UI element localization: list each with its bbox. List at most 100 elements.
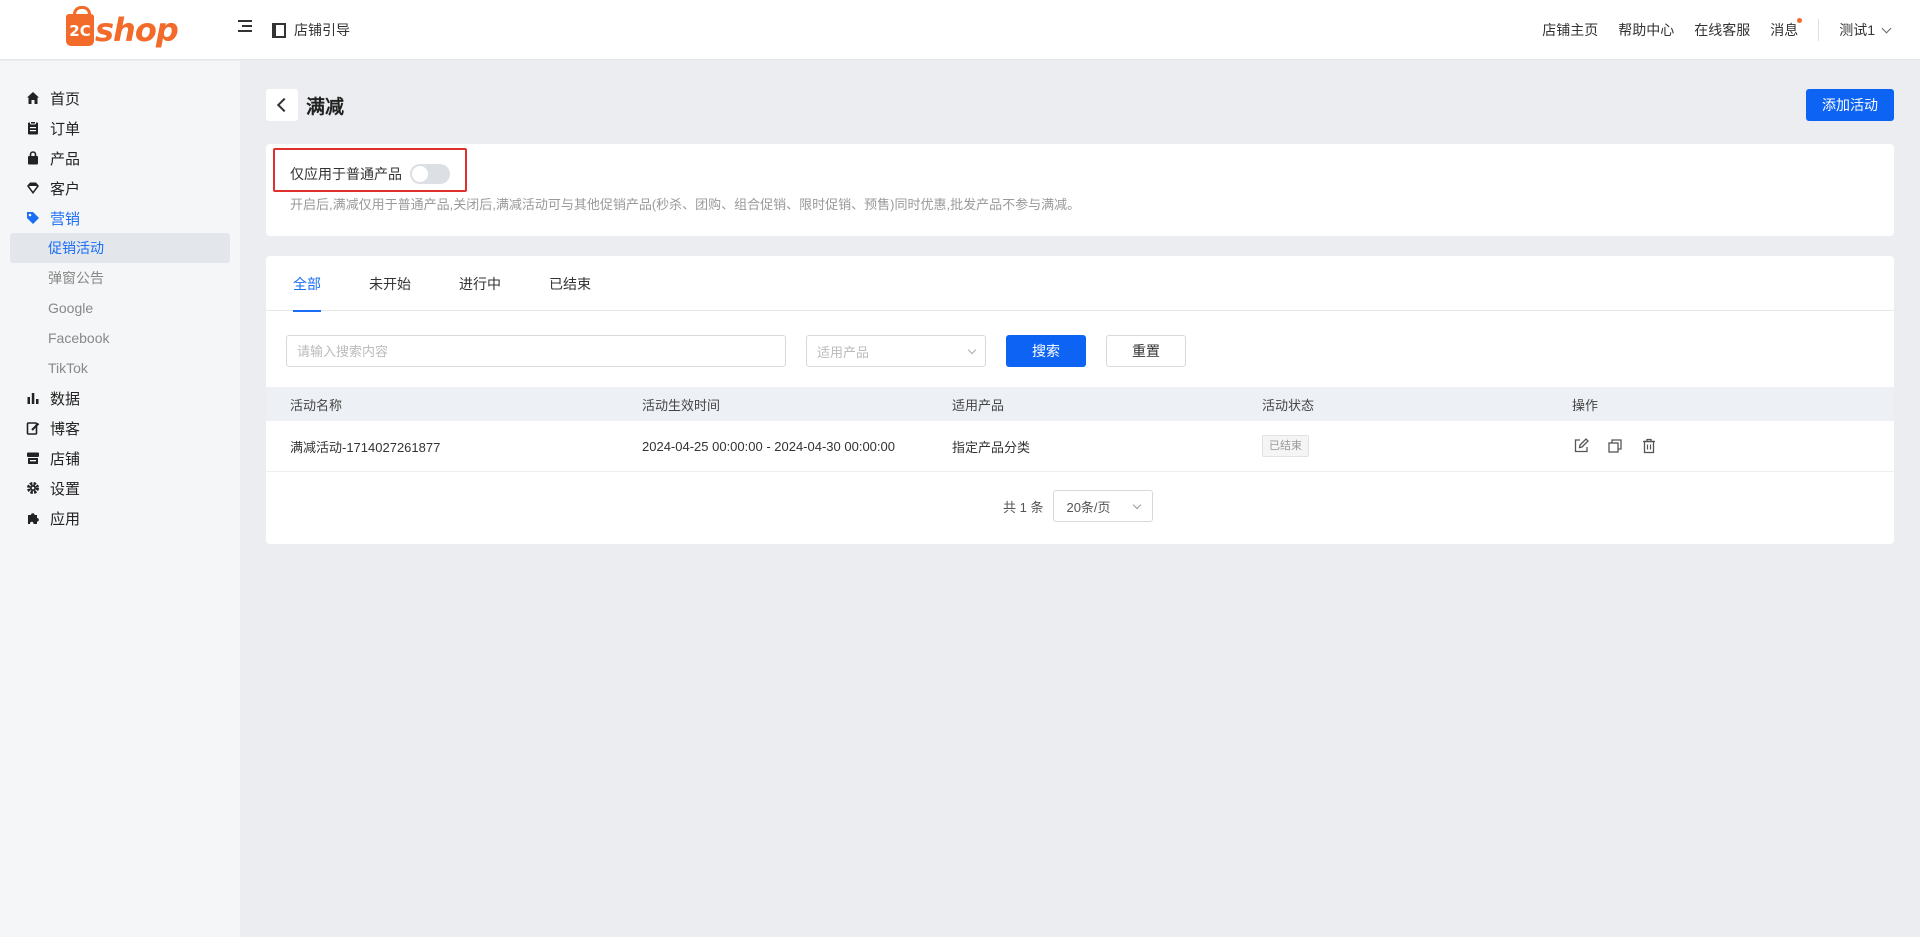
store-icon [26, 451, 40, 465]
tab-not-started[interactable]: 未开始 [369, 256, 411, 311]
sidebar-sub-facebook[interactable]: Facebook [10, 323, 230, 353]
switch-label: 仅应用于普通产品 [290, 166, 402, 182]
header-right: 店铺主页 帮助中心 在线客服 消息 测试1 [1522, 0, 1892, 60]
sidebar-item-orders[interactable]: 订单 [0, 113, 240, 143]
sidebar-item-apps[interactable]: 应用 [0, 503, 240, 533]
tab-all[interactable]: 全部 [293, 256, 321, 312]
reset-button[interactable]: 重置 [1106, 335, 1186, 367]
logo-text: shop [95, 11, 179, 49]
sidebar-item-label: 营销 [50, 210, 81, 228]
toggle-knob [412, 166, 428, 182]
messages-label: 消息 [1770, 22, 1799, 38]
edit-icon[interactable] [1572, 437, 1590, 455]
status-badge: 已结束 [1262, 435, 1309, 457]
sidebar-item-store[interactable]: 店铺 [0, 443, 240, 473]
help-center-link[interactable]: 帮助中心 [1618, 20, 1674, 40]
logo-bag-icon: 2C [66, 6, 94, 46]
sidebar-item-label: 数据 [50, 390, 81, 408]
search-button[interactable]: 搜索 [1006, 335, 1086, 367]
product-bag-icon [26, 151, 40, 165]
messages-link[interactable]: 消息 [1770, 18, 1803, 40]
sidebar-item-home[interactable]: 首页 [0, 83, 240, 113]
activity-time: 2024-04-25 00:00:00 - 2024-04-30 00:00:0… [642, 438, 895, 454]
col-status-header: 活动状态 [1262, 397, 1315, 413]
notification-dot [1797, 18, 1803, 23]
col-product-header: 适用产品 [952, 397, 1005, 413]
filter-bar: 适用产品 搜索 重置 [286, 335, 1186, 367]
page-title: 满减 [306, 96, 345, 118]
sidebar-sub-popup[interactable]: 弹窗公告 [10, 263, 230, 293]
sidebar-sub-tiktok[interactable]: TikTok [10, 353, 230, 383]
sidebar-sub-promotions[interactable]: 促销活动 [10, 233, 230, 263]
activity-product: 指定产品分类 [952, 439, 1031, 455]
menu-toggle-icon[interactable] [238, 20, 254, 36]
tab-ended[interactable]: 已结束 [549, 256, 591, 311]
online-service-link[interactable]: 在线客服 [1694, 20, 1750, 40]
activity-name: 满减活动-1714027261877 [290, 439, 441, 455]
sidebar-item-label: 客户 [50, 180, 81, 198]
logo[interactable]: 2C shop [66, 6, 179, 52]
home-icon [26, 91, 40, 105]
sidebar-item-blog[interactable]: 博客 [0, 413, 240, 443]
activity-status-cell: 已结束 [1262, 435, 1572, 457]
activity-actions [1572, 437, 1894, 455]
search-input[interactable] [286, 335, 786, 367]
sidebar: 首页 订单 产品 客户 营销 促销活动 弹窗公告 Google Facebook… [0, 61, 240, 937]
activity-table: 活动名称 活动生效时间 适用产品 活动状态 操作 满减活动-1714027261… [266, 387, 1894, 472]
book-icon [272, 22, 286, 38]
store-home-link[interactable]: 店铺主页 [1542, 20, 1598, 40]
tab-in-progress[interactable]: 进行中 [459, 256, 501, 311]
sidebar-item-data[interactable]: 数据 [0, 383, 240, 413]
bar-chart-icon [26, 391, 40, 405]
switch-row: 仅应用于普通产品 [290, 164, 450, 184]
col-time-header: 活动生效时间 [642, 397, 721, 413]
sidebar-item-label: 产品 [50, 150, 81, 168]
sidebar-item-label: 首页 [50, 90, 81, 108]
copy-icon[interactable] [1606, 437, 1624, 455]
status-tabs: 全部 未开始 进行中 已结束 [266, 256, 1894, 312]
header-divider [1818, 19, 1820, 41]
total-count: 共 1 条 [1003, 499, 1044, 515]
sidebar-item-label: 应用 [50, 510, 81, 528]
edit-icon [26, 421, 40, 435]
sidebar-item-customers[interactable]: 客户 [0, 173, 240, 203]
order-icon [26, 121, 40, 135]
activity-list-card: 全部 未开始 进行中 已结束 适用产品 搜索 重置 活动名称 活动生效时间 适用… [266, 256, 1894, 544]
puzzle-icon [26, 511, 40, 525]
user-menu[interactable]: 测试1 [1839, 20, 1892, 40]
add-activity-button[interactable]: 添加活动 [1806, 89, 1894, 121]
store-guide-label: 店铺引导 [294, 22, 350, 38]
table-header: 活动名称 活动生效时间 适用产品 活动状态 操作 [266, 387, 1894, 421]
sidebar-item-label: 店铺 [50, 450, 81, 468]
sidebar-item-label: 订单 [50, 120, 81, 138]
product-select-placeholder: 适用产品 [817, 344, 870, 360]
page-size-select[interactable]: 20条/页 [1053, 490, 1154, 522]
back-button[interactable] [266, 89, 298, 121]
sidebar-item-label: 博客 [50, 420, 81, 438]
chevron-down-icon [1881, 23, 1892, 33]
gear-icon [26, 481, 40, 495]
tag-icon [26, 211, 40, 225]
page-size-value: 20条/页 [1066, 499, 1111, 515]
sidebar-item-settings[interactable]: 设置 [0, 473, 240, 503]
sidebar-item-products[interactable]: 产品 [0, 143, 240, 173]
setting-description: 开启后,满减仅用于普通产品,关闭后,满减活动可与其他促销产品(秒杀、团购、组合促… [290, 197, 1081, 212]
setting-card: 仅应用于普通产品 开启后,满减仅用于普通产品,关闭后,满减活动可与其他促销产品(… [266, 144, 1894, 236]
delete-icon[interactable] [1640, 437, 1658, 455]
chevron-down-icon [1133, 500, 1142, 509]
top-header: 2C shop 店铺引导 店铺主页 帮助中心 在线客服 消息 测试1 [0, 0, 1920, 60]
table-row: 满减活动-1714027261877 2024-04-25 00:00:00 -… [266, 421, 1894, 472]
product-select[interactable]: 适用产品 [806, 335, 986, 367]
user-name: 测试1 [1839, 22, 1875, 38]
sidebar-item-marketing[interactable]: 营销 [0, 203, 240, 233]
col-actions-header: 操作 [1572, 397, 1599, 413]
chevron-down-icon [967, 345, 977, 354]
col-name-header: 活动名称 [290, 397, 343, 413]
sidebar-item-label: 设置 [50, 480, 81, 498]
chevron-left-icon [276, 97, 292, 113]
customer-icon [26, 181, 40, 195]
store-guide-link[interactable]: 店铺引导 [272, 20, 350, 40]
pagination: 共 1 条 20条/页 [1003, 490, 1154, 522]
normal-product-only-toggle[interactable] [410, 164, 450, 184]
sidebar-sub-google[interactable]: Google [10, 293, 230, 323]
